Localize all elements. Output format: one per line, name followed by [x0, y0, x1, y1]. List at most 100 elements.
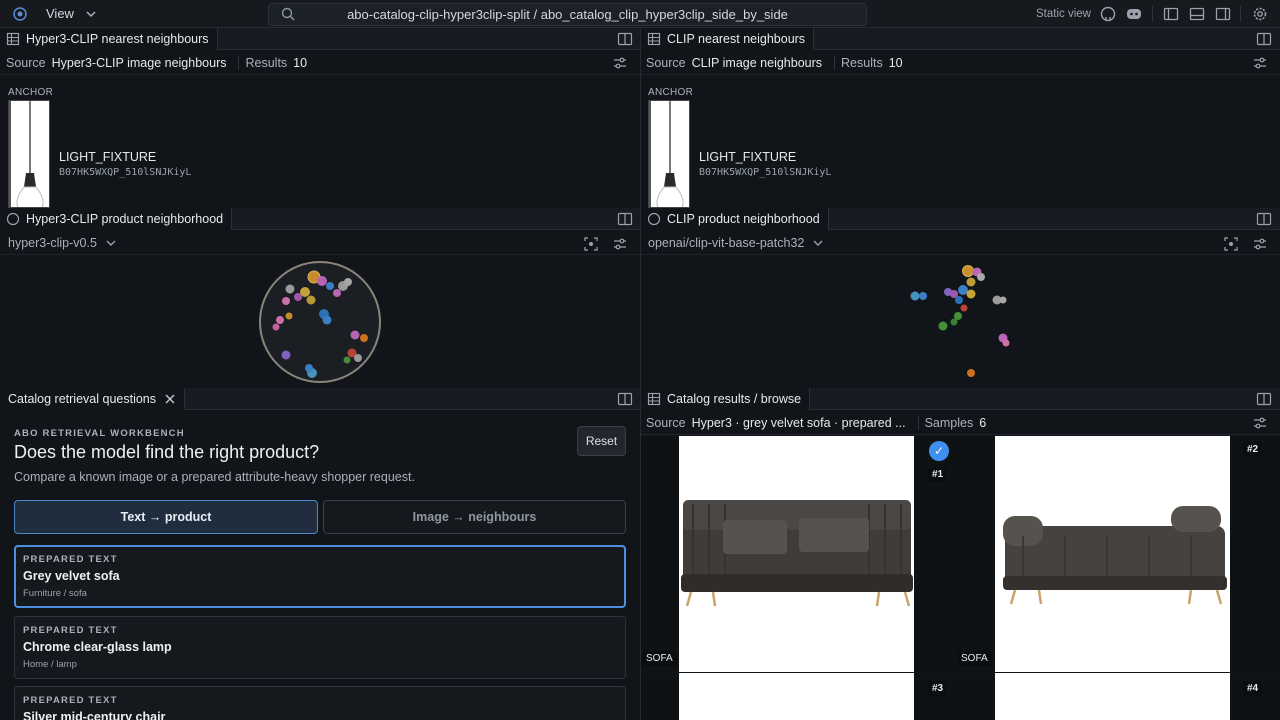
tab-label: Hyper3-CLIP product neighborhood	[26, 212, 224, 226]
catalog-results-panel: Catalog results / browse Source Hyper3 ·…	[641, 388, 1280, 720]
path-search-bar[interactable]: abo-catalog-clip-hyper3clip-split / abo_…	[268, 3, 867, 26]
tab-clip-product-neighborhood[interactable]: CLIP product neighborhood	[641, 208, 829, 230]
bottom-panel-toggle-icon[interactable]	[1188, 5, 1206, 23]
model-select[interactable]: openai/clip-vit-base-patch32	[648, 236, 804, 250]
tab-hyper3-product-neighborhood[interactable]: Hyper3-CLIP product neighborhood	[0, 208, 233, 230]
workbench-eyebrow: ABO RETRIEVAL WORKBENCH	[14, 428, 185, 439]
samples-label: Samples	[924, 415, 974, 430]
tab-hyper3-nearest-neighbours[interactable]: Hyper3-CLIP nearest neighbours	[0, 28, 218, 50]
source-value[interactable]: Hyper3-CLIP image neighbours	[52, 56, 227, 70]
chevron-down-icon[interactable]	[85, 8, 97, 20]
split-panel-icon[interactable]	[1256, 31, 1272, 47]
github-icon[interactable]	[1099, 5, 1117, 23]
split-panel-icon[interactable]	[617, 31, 633, 47]
embedding-canvas[interactable]	[0, 256, 640, 388]
source-value[interactable]: CLIP image neighbours	[692, 56, 822, 70]
app-logo-icon[interactable]	[13, 7, 27, 21]
divider	[917, 415, 919, 430]
chevron-down-icon[interactable]	[812, 237, 824, 249]
workbench-description: Compare a known image or a prepared attr…	[14, 470, 415, 484]
prepared-query-card[interactable]: PREPARED TEXT Chrome clear-glass lamp Ho…	[14, 616, 626, 679]
static-view-label: Static view	[1036, 8, 1091, 20]
split-panel-icon[interactable]	[1256, 391, 1272, 407]
discord-icon[interactable]	[1125, 5, 1143, 23]
divider	[834, 55, 836, 70]
category-badge: SOFA	[642, 651, 677, 666]
card-subtitle: Home / lamp	[23, 659, 77, 670]
anchor-label: ANCHOR	[8, 87, 54, 98]
prepared-query-card[interactable]: PREPARED TEXT Grey velvet sofa Furniture…	[14, 545, 626, 608]
panel-tabbar: Catalog retrieval questions	[0, 388, 640, 410]
tab-catalog-retrieval-questions[interactable]: Catalog retrieval questions	[0, 388, 185, 410]
selected-check-icon[interactable]: ✓	[929, 441, 949, 461]
focus-icon[interactable]	[1223, 236, 1239, 252]
reset-button[interactable]: Reset	[577, 426, 626, 456]
model-select[interactable]: hyper3-clip-v0.5	[8, 236, 97, 250]
close-icon[interactable]	[164, 393, 176, 405]
circle-icon	[6, 212, 20, 226]
sliders-icon[interactable]	[1252, 236, 1268, 252]
chevron-down-icon[interactable]	[105, 237, 117, 249]
results-label: Results	[841, 55, 883, 70]
panel-tabbar: Hyper3-CLIP product neighborhood	[0, 208, 640, 230]
focus-icon[interactable]	[583, 236, 599, 252]
query-bar: Source Hyper3 · grey velvet sofa · prepa…	[641, 411, 1280, 435]
clip-nn-panel: CLIP nearest neighbours Source CLIP imag…	[641, 28, 1280, 208]
sliders-icon[interactable]	[612, 55, 628, 71]
panel-tabbar: CLIP nearest neighbours	[641, 28, 1280, 50]
split-panel-icon[interactable]	[617, 391, 633, 407]
samples-value: 6	[979, 415, 987, 430]
product-image	[995, 673, 1230, 720]
product-image	[995, 436, 1230, 672]
split-panel-icon[interactable]	[617, 211, 633, 227]
embedding-canvas[interactable]	[641, 256, 1280, 388]
source-label: Source	[646, 55, 686, 70]
view-menu[interactable]: View	[46, 0, 74, 28]
split-panel-icon[interactable]	[1256, 211, 1272, 227]
result-tile[interactable]: #2 SOFA	[957, 436, 1280, 672]
card-eyebrow: PREPARED TEXT	[23, 554, 118, 565]
results-label: Results	[245, 55, 288, 70]
product-image	[679, 436, 914, 672]
recording-path: abo-catalog-clip-hyper3clip-split / abo_…	[347, 7, 788, 22]
hyper3-neighborhood-panel: Hyper3-CLIP product neighborhood hyper3-…	[0, 208, 640, 388]
left-panel-toggle-icon[interactable]	[1162, 5, 1180, 23]
rank-badge: #1	[928, 467, 948, 482]
source-label: Source	[646, 415, 686, 430]
anchor-category: LIGHT_FIXTURE	[699, 150, 797, 164]
text-to-product-button[interactable]: Text → product	[14, 500, 318, 534]
sliders-icon[interactable]	[1252, 415, 1268, 431]
result-tile[interactable]: #4	[957, 673, 1280, 720]
results-value: 10	[888, 55, 903, 70]
model-bar: hyper3-clip-v0.5	[0, 231, 640, 255]
source-value[interactable]: Hyper3 · grey velvet sofa · prepared ...	[692, 416, 906, 430]
anchor-label: ANCHOR	[648, 87, 694, 98]
panel-tabbar: Catalog results / browse	[641, 388, 1280, 410]
catalog-questions-panel: Catalog retrieval questions ABO RETRIEVA…	[0, 388, 640, 720]
card-eyebrow: PREPARED TEXT	[23, 625, 118, 636]
query-bar: Source CLIP image neighbours Results 10	[641, 51, 1280, 75]
table-icon	[647, 392, 661, 406]
sliders-icon[interactable]	[1252, 55, 1268, 71]
result-tile[interactable]: #3	[641, 673, 957, 720]
panel-tabbar: CLIP product neighborhood	[641, 208, 1280, 230]
tab-catalog-results-browse[interactable]: Catalog results / browse	[641, 388, 811, 410]
anchor-sku: B07HK5WXQP_510lSNJKiyL	[59, 167, 192, 178]
prepared-query-card[interactable]: PREPARED TEXT Silver mid-century chair	[14, 686, 626, 720]
rank-badge: #2	[1243, 442, 1263, 457]
sliders-icon[interactable]	[612, 236, 628, 252]
gear-icon[interactable]	[1251, 5, 1269, 23]
anchor-thumbnail[interactable]	[8, 100, 50, 208]
tab-clip-nearest-neighbours[interactable]: CLIP nearest neighbours	[641, 28, 815, 50]
right-panel-toggle-icon[interactable]	[1214, 5, 1232, 23]
card-title: Grey velvet sofa	[23, 569, 120, 583]
anchor-sku: B07HK5WXQP_510lSNJKiyL	[699, 167, 832, 178]
result-tile[interactable]: ✓ #1 SOFA	[641, 436, 957, 672]
anchor-thumbnail[interactable]	[648, 100, 690, 208]
view-menu-label: View	[46, 6, 74, 21]
divider	[238, 55, 240, 70]
circle-icon	[647, 212, 661, 226]
rank-badge: #3	[928, 681, 948, 696]
tab-label: Catalog results / browse	[667, 392, 802, 406]
image-to-neighbours-button[interactable]: Image → neighbours	[323, 500, 626, 534]
